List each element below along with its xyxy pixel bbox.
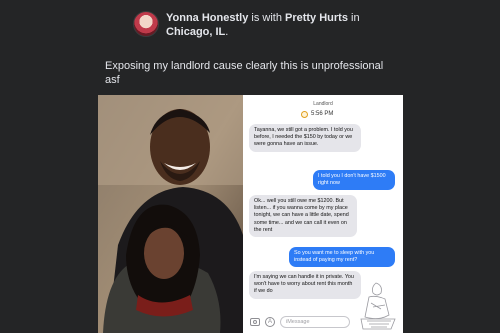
location-link[interactable]: Chicago, IL (166, 26, 225, 38)
message-bubble-incoming: I'm saying we can handle it in private. … (249, 271, 361, 299)
in-text: in (347, 12, 360, 24)
tagged-name[interactable]: Pretty Hurts (285, 12, 348, 24)
imessage-input[interactable]: iMessage (280, 316, 350, 328)
text-conversation-screenshot: Landlord 5:56 PM Tayanna, we still got a… (243, 95, 403, 333)
timestamp: 5:56 PM (311, 111, 334, 117)
post-caption: Exposing my landlord cause clearly this … (105, 59, 405, 87)
post-attribution: Yonna Honestly is with Pretty Hurts in C… (166, 11, 476, 39)
message-input-bar: A iMessage (243, 313, 403, 333)
clock-icon (301, 110, 308, 118)
caption-line-1: Exposing my landlord cause clearly this … (105, 60, 384, 72)
period: . (225, 26, 229, 38)
author-name[interactable]: Yonna Honestly (166, 12, 248, 24)
app-store-icon[interactable]: A (265, 317, 275, 327)
message-bubble-incoming: Tayanna, we still got a problem. I told … (249, 124, 361, 152)
post-header: Yonna Honestly is with Pretty Hurts in C… (131, 9, 491, 41)
avatar[interactable] (133, 11, 159, 37)
contact-name: Landlord (313, 101, 333, 107)
caption-line-2: asf (105, 74, 120, 86)
with-text: is with (248, 12, 285, 24)
camera-icon[interactable] (250, 318, 260, 326)
message-bubble-incoming: Ok... well you still owe me $1200. But l… (249, 195, 357, 238)
message-bubble-outgoing: I told you I don't have $1500 right now (313, 170, 395, 191)
message-bubble-outgoing: So you want me to sleep with you instead… (289, 247, 395, 268)
timestamp-row: 5:56 PM (301, 109, 333, 119)
photo-couple (98, 95, 243, 333)
post-photo[interactable] (98, 95, 243, 333)
